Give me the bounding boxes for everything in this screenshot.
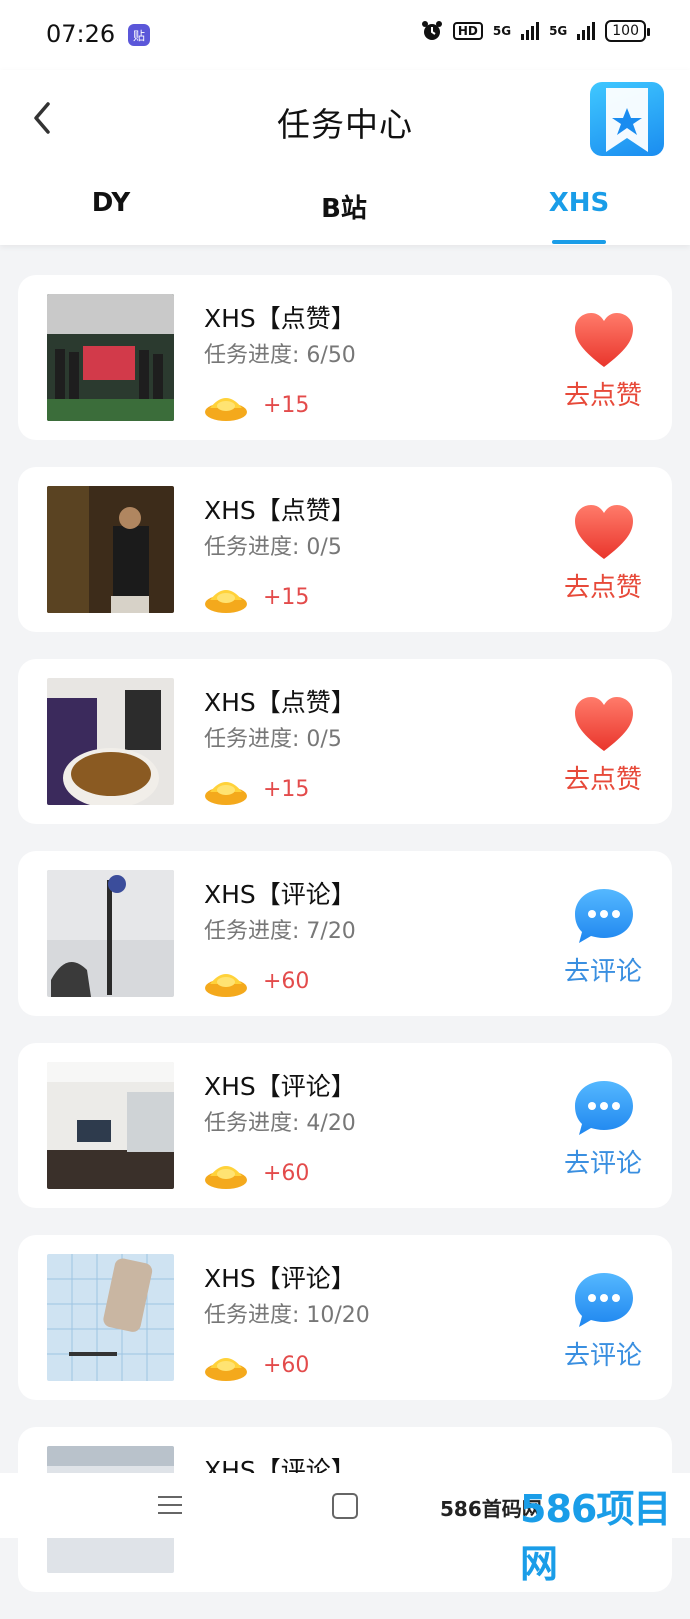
comment-action-button[interactable]: 去评论 xyxy=(558,1267,648,1371)
action-label: 去点赞 xyxy=(563,573,642,603)
task-thumbnail xyxy=(47,1062,174,1189)
alarm-icon xyxy=(421,21,442,40)
network-5g-label: 5G xyxy=(492,24,512,38)
heart-icon xyxy=(575,313,633,367)
menu-icon[interactable] xyxy=(158,1495,182,1515)
task-progress: 任务进度: 0/5 xyxy=(204,727,342,752)
header: 任务中心 DY B站 XHS xyxy=(0,70,690,245)
task-reward: +60 xyxy=(263,969,310,994)
task-card[interactable]: XHS【评论】 任务进度: 7/20 +60 去评论 xyxy=(18,851,672,1016)
status-bar: 07:26 贴 HD 5G 5G 100 xyxy=(0,0,690,70)
page-title: 任务中心 xyxy=(277,105,413,144)
app-notification-icon: 贴 xyxy=(128,24,150,46)
chat-bubble-icon xyxy=(575,889,633,943)
task-title: XHS【点赞】 xyxy=(204,688,356,717)
gold-ingot-icon xyxy=(205,590,247,613)
task-title: XHS【点赞】 xyxy=(204,304,356,333)
task-thumbnail xyxy=(47,1254,174,1381)
action-label: 去评论 xyxy=(563,957,642,987)
task-title: XHS【点赞】 xyxy=(204,496,356,525)
task-title: XHS【评论】 xyxy=(204,880,356,909)
task-reward: +15 xyxy=(263,393,310,418)
action-label: 去点赞 xyxy=(563,381,642,411)
bookmark-star-icon xyxy=(606,88,648,152)
gold-ingot-icon xyxy=(205,974,247,997)
task-reward: +15 xyxy=(263,585,310,610)
like-action-button[interactable]: 去点赞 xyxy=(558,307,648,411)
comment-action-button[interactable]: 去评论 xyxy=(558,1075,648,1179)
task-progress: 任务进度: 0/5 xyxy=(204,535,342,560)
task-list: XHS【点赞】 任务进度: 6/50 +15 去点赞 XHS【点赞】 任务进度:… xyxy=(18,275,672,1619)
hd-icon: HD xyxy=(452,22,483,40)
gold-ingot-icon xyxy=(205,1358,247,1381)
bookmark-star-button[interactable] xyxy=(590,82,664,156)
home-icon[interactable] xyxy=(332,1493,358,1519)
signal-icon-2 xyxy=(577,22,596,40)
battery-icon: 100 xyxy=(605,20,650,42)
task-reward: +60 xyxy=(263,1353,310,1378)
tab-bilibili[interactable]: B站 xyxy=(274,188,414,225)
task-progress: 任务进度: 6/50 xyxy=(204,343,356,368)
status-time: 07:26 xyxy=(46,20,116,48)
status-icons: HD 5G 5G 100 xyxy=(421,20,650,42)
action-label: 去评论 xyxy=(563,1341,642,1371)
task-card[interactable]: XHS【点赞】 任务进度: 6/50 +15 去点赞 xyxy=(18,275,672,440)
task-card[interactable]: XHS【评论】 任务进度: 4/20 +60 去评论 xyxy=(18,1043,672,1208)
task-progress: 任务进度: 10/20 xyxy=(204,1303,370,1328)
gold-ingot-icon xyxy=(205,398,247,421)
task-thumbnail xyxy=(47,294,174,421)
network-5g-label-2: 5G xyxy=(549,24,568,38)
chat-bubble-icon xyxy=(575,1273,633,1327)
task-reward: +15 xyxy=(263,777,310,802)
task-thumbnail xyxy=(47,678,174,805)
task-card[interactable]: XHS【评论】 任务进度: 10/20 +60 去评论 xyxy=(18,1235,672,1400)
watermark-logo: 586项目网 xyxy=(520,1487,671,1586)
task-thumbnail xyxy=(47,486,174,613)
task-title: XHS【评论】 xyxy=(204,1264,356,1293)
task-thumbnail xyxy=(47,870,174,997)
heart-icon xyxy=(575,697,633,751)
like-action-button[interactable]: 去点赞 xyxy=(558,499,648,603)
task-card[interactable]: XHS【点赞】 任务进度: 0/5 +15 去点赞 xyxy=(18,659,672,824)
task-card[interactable]: XHS【点赞】 任务进度: 0/5 +15 去点赞 xyxy=(18,467,672,632)
active-tab-indicator xyxy=(552,240,606,244)
like-action-button[interactable]: 去点赞 xyxy=(558,691,648,795)
signal-icon xyxy=(521,22,540,40)
action-label: 去评论 xyxy=(563,1149,642,1179)
task-title: XHS【评论】 xyxy=(204,1072,356,1101)
action-label: 去点赞 xyxy=(563,765,642,795)
tab-dy[interactable]: DY xyxy=(41,188,181,218)
chat-bubble-icon xyxy=(575,1081,633,1135)
tab-bar: DY B站 XHS xyxy=(0,170,690,245)
task-progress: 任务进度: 4/20 xyxy=(204,1111,356,1136)
gold-ingot-icon xyxy=(205,782,247,805)
heart-icon xyxy=(575,505,633,559)
comment-action-button[interactable]: 去评论 xyxy=(558,883,648,987)
gold-ingot-icon xyxy=(205,1166,247,1189)
task-reward: +60 xyxy=(263,1161,310,1186)
tab-xhs[interactable]: XHS xyxy=(509,188,649,218)
task-progress: 任务进度: 7/20 xyxy=(204,919,356,944)
